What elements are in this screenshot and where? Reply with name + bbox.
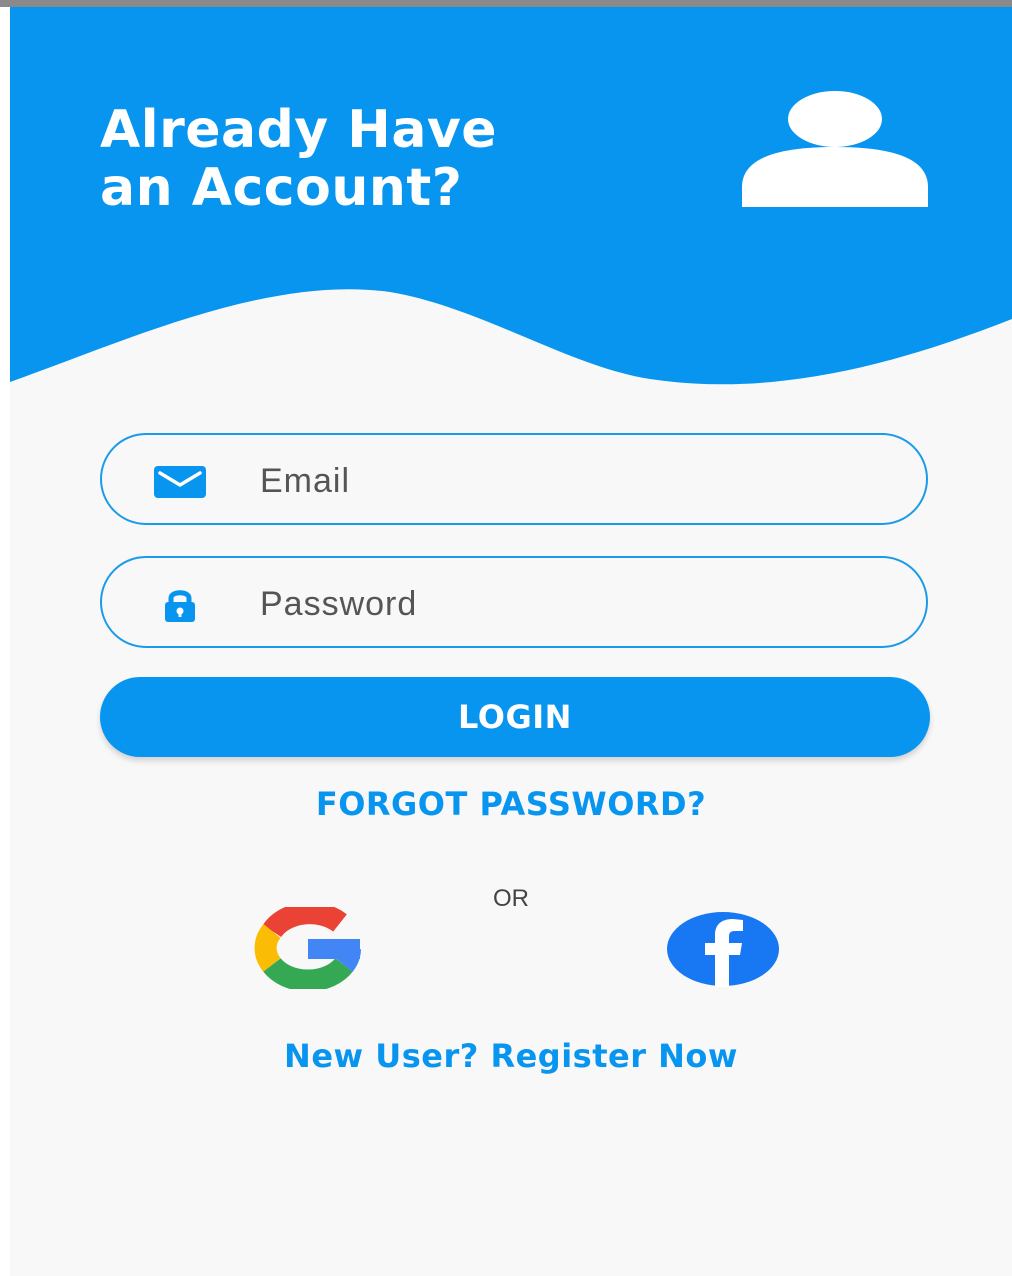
- app-frame: Already Have an Account? Email LOGIN FOR…: [0, 0, 1012, 1276]
- email-input[interactable]: [258, 453, 882, 509]
- google-login-button[interactable]: [248, 902, 368, 992]
- password-field[interactable]: [100, 556, 928, 648]
- user-icon: [742, 91, 928, 207]
- forgot-password-link[interactable]: FORGOT PASSWORD?: [10, 785, 1012, 823]
- page-title-line2: an Account?: [100, 158, 463, 218]
- login-screen: Already Have an Account? Email LOGIN FOR…: [10, 7, 1012, 1276]
- password-input[interactable]: [258, 576, 882, 632]
- email-field[interactable]: [100, 433, 928, 525]
- facebook-icon: [667, 912, 779, 987]
- facebook-login-button[interactable]: [665, 911, 781, 987]
- page-title-line1: Already Have: [100, 100, 498, 160]
- lock-icon: [165, 590, 195, 622]
- status-bar-rule: [0, 0, 1012, 7]
- header-banner: Already Have an Account?: [10, 7, 1012, 407]
- or-separator: OR: [493, 885, 529, 912]
- login-button[interactable]: LOGIN: [100, 677, 930, 757]
- mail-icon: [154, 466, 206, 498]
- google-icon: [254, 902, 361, 992]
- register-link[interactable]: New User? Register Now: [10, 1037, 1012, 1075]
- page-title: Already Have an Account?: [100, 101, 497, 217]
